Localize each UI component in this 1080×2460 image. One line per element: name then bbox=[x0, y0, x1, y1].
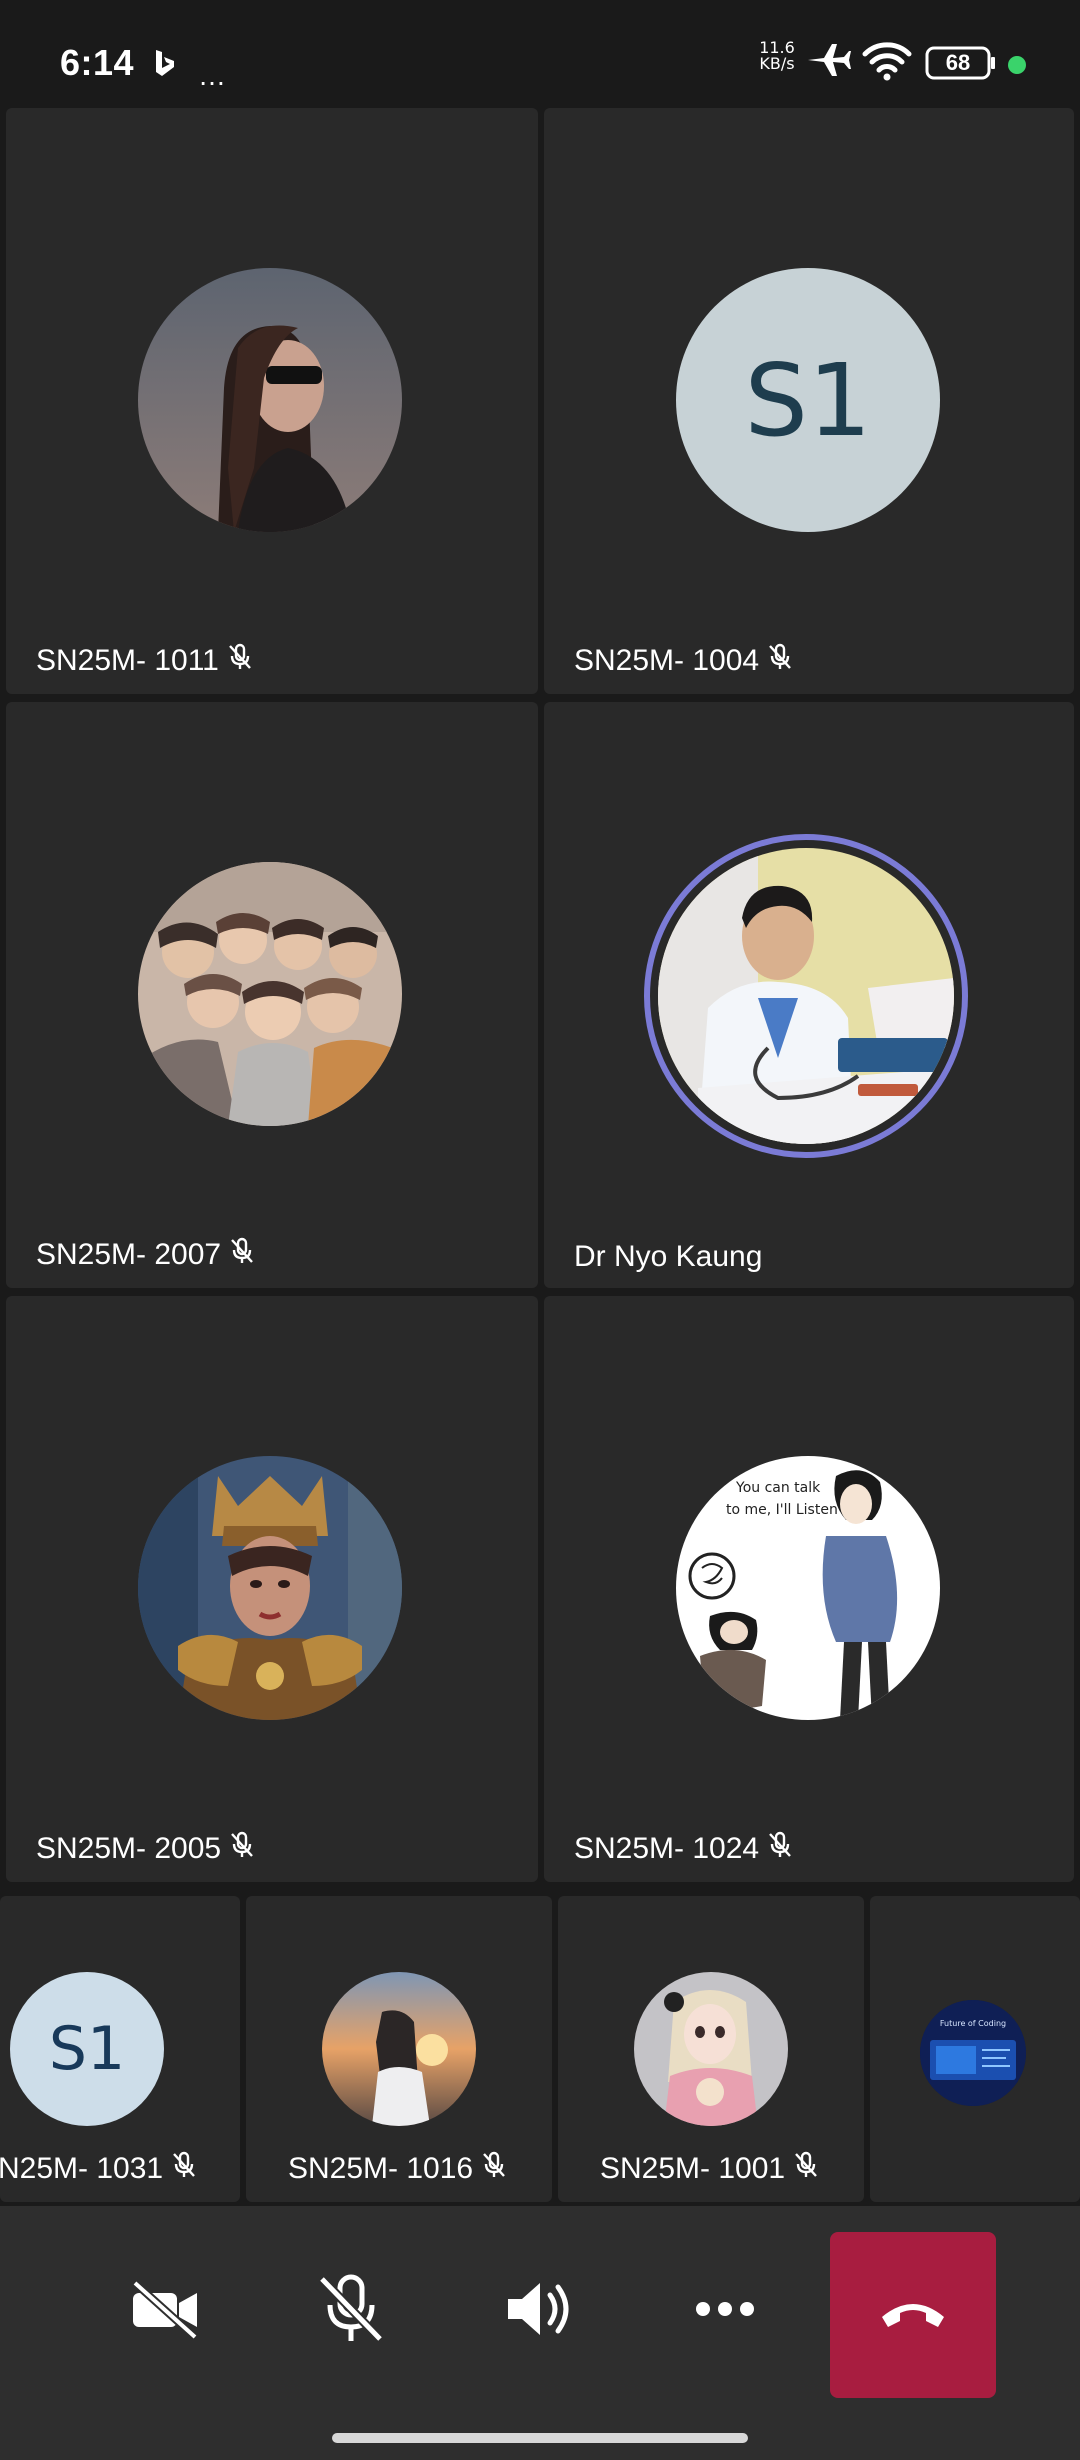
participant-name-label: SN25M- 1011 bbox=[36, 642, 255, 680]
hang-up-icon bbox=[878, 2295, 948, 2336]
participant-avatar: You can talk to me, I'll Listen bbox=[676, 1456, 940, 1720]
participant-name-label: SN25M- 1024 bbox=[574, 1830, 795, 1868]
participant-name-label: Dr Nyo Kaung bbox=[574, 1240, 762, 1274]
participant-name-label: SN25M- 1016 bbox=[288, 2150, 509, 2188]
participant-avatar bbox=[658, 848, 954, 1144]
speaker-button[interactable] bbox=[494, 2266, 584, 2356]
home-indicator[interactable] bbox=[332, 2433, 748, 2443]
camera-off-icon bbox=[129, 2279, 201, 2344]
participant-tile[interactable]: You can talk to me, I'll Listen SN25M- 1… bbox=[544, 1296, 1074, 1882]
status-time: 6:14 bbox=[60, 42, 135, 83]
overflow-dots-icon: … bbox=[198, 60, 226, 91]
logo-text: Future of Coding bbox=[940, 2019, 1006, 2028]
participant-name-label: SN25M- 2005 bbox=[36, 1830, 257, 1868]
airplane-icon bbox=[806, 40, 852, 85]
participant-name: N25M- 1031 bbox=[0, 2152, 164, 2185]
participant-avatar: Future of Coding bbox=[920, 2000, 1026, 2106]
participant-name-label: SN25M- 1001 bbox=[600, 2150, 821, 2188]
battery-level: 68 bbox=[945, 50, 971, 75]
status-bar: 6:14 … 11.6 KB/s 68 bbox=[0, 0, 1080, 110]
network-speed-unit: KB/s bbox=[759, 54, 795, 73]
call-controls-bar bbox=[0, 2206, 1080, 2460]
mic-muted-icon bbox=[169, 2150, 199, 2188]
privacy-indicator-dot bbox=[1008, 56, 1026, 74]
strip-participant-tile[interactable]: SN25M- 1001 bbox=[558, 1896, 864, 2202]
mic-muted-icon bbox=[225, 642, 255, 680]
mic-off-icon bbox=[316, 2273, 386, 2350]
speaker-icon bbox=[504, 2277, 574, 2346]
strip-participant-tile[interactable]: SN25M- 1016 bbox=[246, 1896, 552, 2202]
participant-tile[interactable]: SN25M- 2007 bbox=[6, 702, 538, 1288]
mic-off-button[interactable] bbox=[306, 2266, 396, 2356]
participant-name: SN25M- 1016 bbox=[288, 2152, 474, 2185]
participant-name-label: SN25M- 2007 bbox=[36, 1236, 257, 1274]
participant-tile[interactable]: SN25M- 1011 bbox=[6, 108, 538, 694]
mic-muted-icon bbox=[791, 2150, 821, 2188]
participant-tile-speaking[interactable]: Dr Nyo Kaung bbox=[544, 702, 1074, 1288]
end-call-button[interactable] bbox=[830, 2232, 996, 2398]
participant-avatar bbox=[322, 1972, 476, 2126]
camera-off-button[interactable] bbox=[120, 2266, 210, 2356]
mic-muted-icon bbox=[479, 2150, 509, 2188]
participant-name: SN25M- 2007 bbox=[36, 1238, 222, 1271]
participant-avatar bbox=[138, 268, 402, 532]
mic-muted-icon bbox=[227, 1830, 257, 1868]
participant-avatar bbox=[634, 1972, 788, 2126]
participant-name: SN25M- 1024 bbox=[574, 1832, 760, 1865]
participant-tile[interactable]: SN25M- 2005 bbox=[6, 1296, 538, 1882]
participant-name: SN25M- 1011 bbox=[36, 644, 219, 677]
participant-name: SN25M- 1004 bbox=[574, 644, 760, 677]
illustration-caption: to me, I'll Listen bbox=[726, 1502, 838, 1518]
bing-icon bbox=[152, 48, 178, 83]
mic-muted-icon bbox=[765, 1830, 795, 1868]
more-dots-icon bbox=[693, 2299, 757, 2324]
strip-participant-tile[interactable]: S1 N25M- 1031 bbox=[0, 1896, 240, 2202]
more-options-button[interactable] bbox=[680, 2266, 770, 2356]
participant-name: Dr Nyo Kaung bbox=[574, 1240, 763, 1273]
participant-name-label: SN25M- 1004 bbox=[574, 642, 795, 680]
participant-initials: S1 bbox=[48, 2014, 126, 2084]
participant-avatar bbox=[138, 1456, 402, 1720]
participant-avatar: S1 bbox=[676, 268, 940, 532]
mic-muted-icon bbox=[765, 642, 795, 680]
participant-avatar: S1 bbox=[10, 1972, 164, 2126]
participant-tile[interactable]: S1 SN25M- 1004 bbox=[544, 108, 1074, 694]
participant-name-label: N25M- 1031 bbox=[0, 2150, 199, 2188]
participant-name: SN25M- 2005 bbox=[36, 1832, 222, 1865]
participant-initials: S1 bbox=[744, 341, 872, 459]
participant-avatar bbox=[138, 862, 402, 1126]
participant-name: SN25M- 1001 bbox=[600, 2152, 786, 2185]
strip-participant-tile[interactable]: Future of Coding bbox=[870, 1896, 1080, 2202]
wifi-icon bbox=[862, 42, 912, 87]
mic-muted-icon bbox=[227, 1236, 257, 1274]
illustration-caption: You can talk bbox=[735, 1480, 821, 1496]
network-speed: 11.6 KB/s bbox=[752, 40, 802, 72]
